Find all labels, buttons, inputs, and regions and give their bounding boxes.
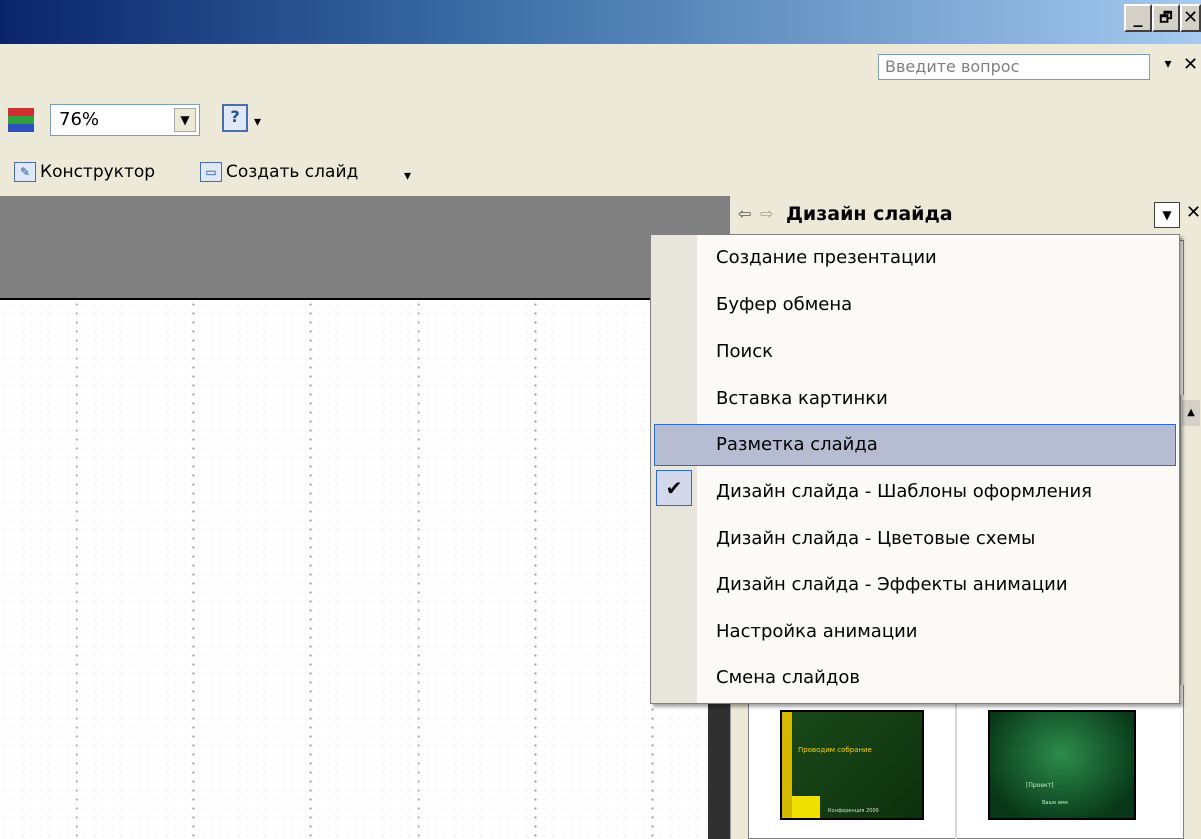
thumbnail-subtitle: Конференция 2000 (828, 808, 879, 814)
thumbnail-title: Проводим собрание (798, 746, 872, 754)
workspace-background (0, 196, 730, 298)
menu-item-color-schemes[interactable]: Дизайн слайда - Цветовые схемы (716, 517, 1035, 561)
new-slide-button[interactable]: ▭ Создать слайд (200, 156, 358, 188)
menu-item-design-templates[interactable]: Дизайн слайда - Шаблоны оформления (716, 470, 1092, 514)
task-pane-menu-button[interactable]: ▼ (1154, 202, 1180, 228)
ask-question-dropdown-icon[interactable]: ▾ (1156, 56, 1180, 78)
restore-button[interactable]: 🗗 (1152, 4, 1180, 32)
help-icon[interactable]: ? (222, 104, 248, 132)
thumbnail-accent-bar (782, 712, 792, 818)
menu-item-new-presentation[interactable]: Создание презентации (716, 236, 937, 280)
checkmark-icon: ✔ (656, 470, 692, 506)
title-bar: _ 🗗 ✕ (0, 0, 1201, 44)
pane-splitter[interactable] (708, 700, 730, 839)
menu-item-slide-transition[interactable]: Смена слайдов (716, 656, 860, 700)
zoom-dropdown-icon[interactable]: ▼ (174, 108, 196, 132)
thumbnail-subtitle: Ваше имя (1042, 800, 1068, 806)
design-template-thumbnail[interactable]: Проводим собрание Конференция 2000 (780, 710, 924, 820)
menu-item-slide-layout[interactable]: Разметка слайда (716, 423, 878, 467)
scroll-up-icon[interactable]: ▲ (1182, 400, 1200, 426)
back-arrow-icon[interactable]: ⇦ (738, 204, 751, 223)
designer-icon: ✎ (14, 162, 36, 182)
new-slide-icon: ▭ (200, 162, 222, 182)
close-document-icon[interactable]: ✕ (1183, 54, 1201, 76)
color-grayscale-icon[interactable] (8, 108, 34, 132)
new-slide-label: Создать слайд (226, 162, 359, 182)
task-pane-close-icon[interactable]: ✕ (1186, 202, 1201, 223)
thumbnail-divider (955, 695, 957, 839)
minimize-button[interactable]: _ (1124, 4, 1152, 32)
menu-item-animation-schemes[interactable]: Дизайн слайда - Эффекты анимации (716, 563, 1068, 607)
task-pane-scrollbar[interactable] (1180, 395, 1201, 685)
design-template-thumbnail[interactable]: [Проект] Ваше имя (988, 710, 1136, 820)
menu-item-custom-animation[interactable]: Настройка анимации (716, 610, 917, 654)
task-pane-title: Дизайн слайда (786, 203, 953, 225)
menu-item-clipboard[interactable]: Буфер обмена (716, 283, 852, 327)
slide-canvas[interactable] (0, 300, 708, 839)
menu-item-search[interactable]: Поиск (716, 330, 773, 374)
thumbnail-title: [Проект] (1026, 782, 1054, 789)
menu-icon-gutter (651, 235, 697, 703)
toolbar2-options-icon[interactable]: ▾ (404, 168, 411, 184)
menu-item-insert-clipart[interactable]: Вставка картинки (716, 377, 888, 421)
designer-button[interactable]: ✎ Конструктор (14, 156, 155, 188)
toolbar-options-icon[interactable]: ▾ (254, 114, 261, 130)
forward-arrow-icon[interactable]: ⇨ (760, 204, 773, 223)
thumbnail-accent-block (792, 796, 820, 818)
close-button[interactable]: ✕ (1180, 4, 1201, 32)
ask-question-input[interactable]: Введите вопрос (878, 54, 1150, 80)
designer-label: Конструктор (40, 162, 156, 182)
